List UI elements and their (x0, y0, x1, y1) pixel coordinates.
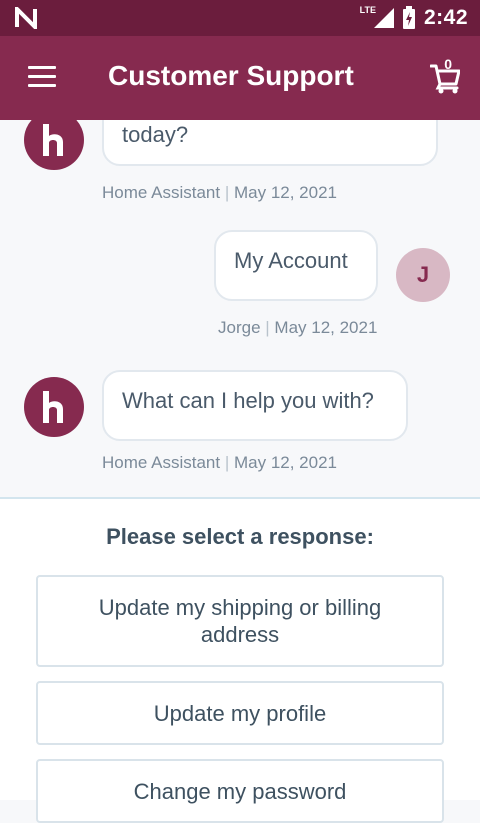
response-option-update-address[interactable]: Update my shipping or billing address (36, 575, 444, 667)
battery-charging-icon (402, 6, 415, 29)
message-date: May 12, 2021 (233, 453, 337, 472)
notification-n-icon (15, 7, 37, 29)
assistant-message-bubble: today? (102, 120, 438, 166)
message-sender: Home Assistant (102, 453, 221, 472)
message-sender: Jorge (218, 318, 261, 337)
h-logo-icon (43, 124, 63, 156)
response-option-change-password[interactable]: Change my password (36, 759, 444, 823)
signal-icon (373, 8, 394, 28)
shopping-cart-icon[interactable] (430, 58, 460, 94)
response-prompt: Please select a response: (106, 524, 374, 549)
message-meta: Home Assistant | May 12, 2021 (102, 453, 337, 473)
meta-separator: | (224, 183, 234, 202)
meta-separator: | (224, 453, 234, 472)
message-text: My Account (234, 248, 348, 273)
response-option-update-profile[interactable]: Update my profile (36, 681, 444, 745)
message-date: May 12, 2021 (233, 183, 337, 202)
page-title: Customer Support (108, 60, 354, 91)
assistant-message-bubble: What can I help you with? (102, 370, 408, 441)
user-avatar: J (396, 248, 450, 302)
assistant-avatar (24, 377, 84, 437)
message-text: today? (122, 122, 189, 147)
h-logo-icon (43, 391, 63, 423)
status-bar: LTE 2:42 (0, 0, 480, 36)
clock: 2:42 (423, 6, 468, 29)
message-meta: Home Assistant | May 12, 2021 (102, 183, 337, 203)
assistant-avatar (24, 120, 84, 170)
chat-thread[interactable]: today? Home Assistant | May 12, 2021 My … (0, 120, 480, 498)
user-message-bubble: My Account (214, 230, 378, 301)
network-type: LTE (359, 5, 376, 15)
message-meta: Jorge | May 12, 2021 (218, 318, 377, 338)
app-bar: Customer Support 0 (0, 36, 480, 120)
message-date: May 12, 2021 (274, 318, 378, 337)
message-sender: Home Assistant (102, 183, 221, 202)
message-text: What can I help you with? (122, 388, 374, 413)
hamburger-menu-icon[interactable] (28, 66, 56, 93)
